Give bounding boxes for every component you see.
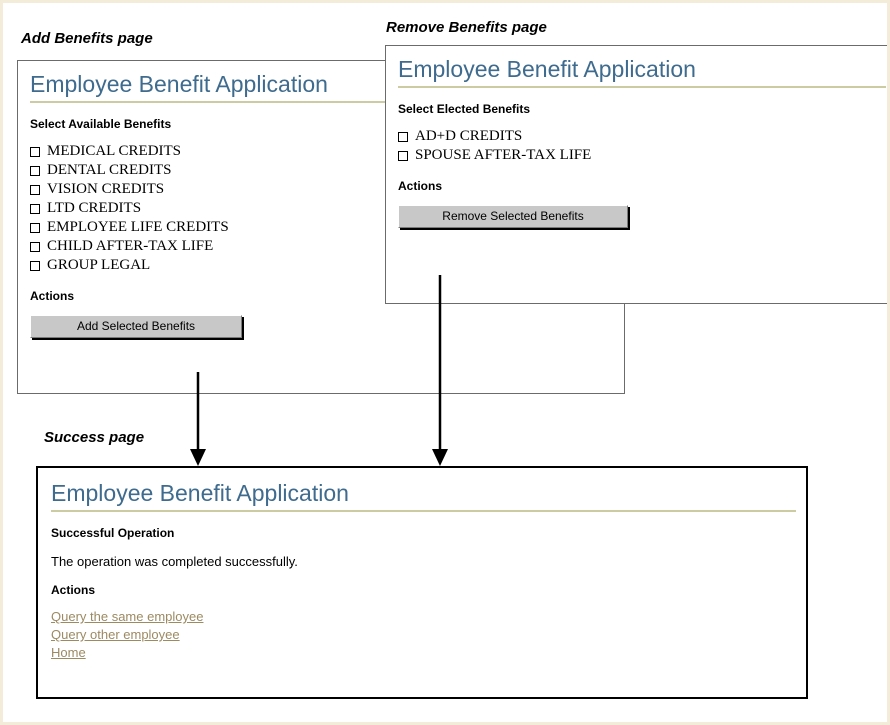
remove-panel-section-heading: Select Elected Benefits [398,102,531,116]
success-message: The operation was completed successfully… [51,554,298,569]
success-panel: Employee Benefit Application Successful … [36,466,808,699]
remove-panel-actions-heading: Actions [398,179,443,193]
remove-benefits-checkbox-list: AD+D CREDITS SPOUSE AFTER-TAX LIFE [398,127,886,165]
success-panel-app-title: Employee Benefit Application [51,480,796,512]
label-remove-benefits-page: Remove Benefits page [386,19,547,36]
checkbox-icon[interactable] [398,150,408,161]
list-item-label: CHILD AFTER-TAX LIFE [47,238,214,254]
success-panel-content: Employee Benefit Application Successful … [51,480,796,662]
list-item-label: VISION CREDITS [47,181,165,197]
success-panel-section-heading: Successful Operation [51,526,175,540]
list-item[interactable]: AD+D CREDITS [398,127,886,146]
list-item-label: LTD CREDITS [47,200,142,216]
add-selected-benefits-button[interactable]: Add Selected Benefits [30,315,242,338]
checkbox-icon[interactable] [30,241,40,252]
link-query-same-employee[interactable]: Query the same employee [51,608,203,626]
success-action-link-list: Query the same employee Query other empl… [51,608,796,662]
label-add-benefits-page: Add Benefits page [21,30,153,47]
checkbox-icon[interactable] [398,131,408,142]
list-item[interactable]: SPOUSE AFTER-TAX LIFE [398,146,886,165]
checkbox-icon[interactable] [30,203,40,214]
list-item-label: SPOUSE AFTER-TAX LIFE [415,147,592,163]
remove-benefits-panel: Employee Benefit Application Select Elec… [385,45,887,304]
checkbox-icon[interactable] [30,260,40,271]
list-item-label: DENTAL CREDITS [47,162,172,178]
list-item-label: EMPLOYEE LIFE CREDITS [47,219,229,235]
checkbox-icon[interactable] [30,165,40,176]
checkbox-icon[interactable] [30,146,40,157]
remove-selected-benefits-button[interactable]: Remove Selected Benefits [398,205,628,228]
success-panel-actions-heading: Actions [51,583,96,597]
list-item-label: GROUP LEGAL [47,257,151,273]
link-home[interactable]: Home [51,644,86,662]
link-query-other-employee[interactable]: Query other employee [51,626,180,644]
diagram-canvas: Add Benefits page Remove Benefits page S… [0,0,890,725]
remove-panel-app-title: Employee Benefit Application [398,56,886,88]
checkbox-icon[interactable] [30,184,40,195]
label-success-page-bottom: Success page [44,429,145,446]
remove-benefits-content: Employee Benefit Application Select Elec… [398,56,886,228]
list-item-label: MEDICAL CREDITS [47,143,182,159]
checkbox-icon[interactable] [30,222,40,233]
list-item-label: AD+D CREDITS [415,128,523,144]
